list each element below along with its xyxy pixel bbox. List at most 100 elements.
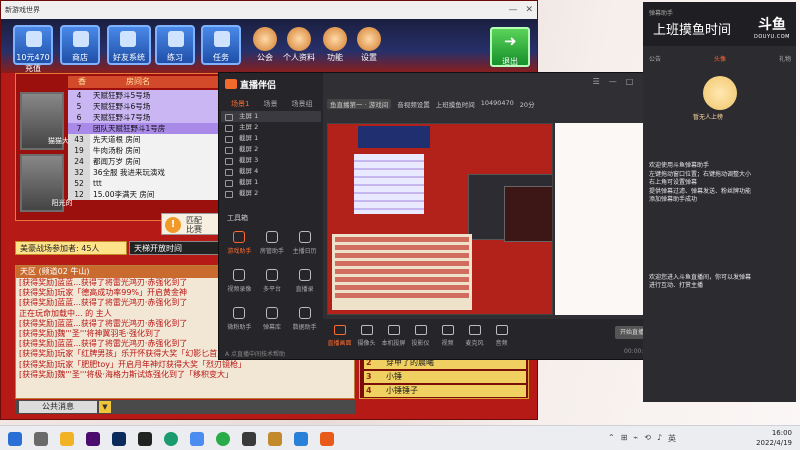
toolbar-label: 麦克风 [465, 340, 484, 347]
minimize-icon[interactable]: — [508, 5, 517, 15]
room-row[interactable]: 4 天赋狂野斗5号场 [68, 90, 230, 101]
game-titlebar[interactable]: 新游戏世界 — ✕ [1, 1, 537, 19]
chat-channel-select[interactable]: 公共消息 [19, 401, 97, 413]
scene-tabs: 场景1 场景 场景组 [231, 99, 312, 109]
app-icon[interactable] [242, 432, 256, 446]
match-popup[interactable]: ! 匹配 比赛 [161, 213, 221, 235]
app-icon[interactable] [190, 432, 204, 446]
room-row[interactable]: 5 天赋狂野斗6号场 [68, 101, 230, 112]
tool-icon [298, 307, 311, 319]
photoshop-icon[interactable] [112, 432, 126, 446]
avatar-card[interactable]: 阳光的 [20, 154, 73, 212]
edge-icon[interactable] [164, 432, 178, 446]
chevron-down-icon[interactable]: ▼ [99, 401, 111, 413]
toolbar-button[interactable]: 直播画面 [327, 325, 352, 359]
avatar-card[interactable]: 猫猫大师 [20, 92, 76, 150]
tab-scene[interactable]: 场景 [263, 99, 277, 109]
danmu-message [649, 205, 791, 214]
scene-item[interactable]: 截屏 2 [221, 144, 321, 155]
game-app-icon[interactable] [268, 432, 282, 446]
danmu-message: 进行互动、打赏主播 [649, 282, 704, 290]
close-icon[interactable]: ✕ [525, 5, 533, 15]
stream-client-window[interactable]: 直播伴侣 场景1 场景 场景组 主屏 1 主屏 2 截屏 1 截屏 2 截屏 3 截屏 4… [218, 72, 656, 360]
task-button[interactable]: 任务 [201, 25, 241, 65]
stream-preview[interactable] [327, 123, 553, 315]
wechat-icon[interactable] [216, 432, 230, 446]
start-icon[interactable] [8, 432, 22, 446]
tab-gifts[interactable]: 礼物 [779, 54, 791, 63]
toolbar-button[interactable]: 本机投屏 [381, 325, 406, 359]
maximize-icon[interactable]: □ [626, 77, 634, 86]
chat-input-bar[interactable]: 公共消息 ▼ [15, 400, 355, 414]
sidebar-footer[interactable]: A 点直播中间技术帮助 [225, 349, 285, 358]
clock[interactable]: 16:00 2022/4/19 [756, 428, 792, 448]
practice-button[interactable]: 练习 [155, 25, 195, 65]
tab-scene1[interactable]: 场景1 [231, 99, 249, 109]
room-number: 6 [68, 112, 90, 123]
scene-item[interactable]: 截屏 3 [221, 155, 321, 166]
team-member-row[interactable]: 4 小锤锤子 [364, 385, 526, 397]
danmu-message [649, 214, 791, 223]
search-icon[interactable] [34, 432, 48, 446]
guild-button[interactable]: 公会 [247, 25, 283, 65]
tray-icon[interactable]: ⟲ [644, 433, 651, 444]
tab-scene-group[interactable]: 场景组 [291, 99, 312, 109]
room-row[interactable]: 12 15.00李满天 房间 [68, 189, 230, 200]
tab-notice[interactable]: 公告 [649, 54, 661, 63]
scene-item[interactable]: 截屏 1 [221, 133, 321, 144]
room-row[interactable]: 52 ttt [68, 178, 230, 189]
douyu-panel[interactable]: 弹幕助手 上班摸鱼时间 斗鱼 DOUYU.COM 公告 头像 礼物 暂无人上榜 欢… [643, 2, 796, 402]
qq-icon[interactable] [138, 432, 152, 446]
app-icon[interactable] [294, 432, 308, 446]
friends-button[interactable]: 好友系统 [107, 25, 151, 65]
tray-icon[interactable]: ♪ [657, 433, 662, 444]
stream-app-icon[interactable] [320, 432, 334, 446]
minimize-icon[interactable]: — [609, 77, 617, 86]
tool-button[interactable]: 游戏助手 [223, 231, 256, 255]
scene-item[interactable]: 截屏 4 [221, 166, 321, 177]
tool-button[interactable]: 房管助手 [256, 231, 289, 255]
shop-button[interactable]: 商店 [60, 25, 100, 65]
tool-button[interactable]: 主播日历 [288, 231, 321, 255]
exit-button[interactable]: ➜ 退出 [490, 27, 530, 67]
scene-item[interactable]: 主屏 2 [221, 122, 321, 133]
folder-icon[interactable] [60, 432, 74, 446]
toolbar-button[interactable]: 音频 [489, 325, 514, 359]
tray-icon[interactable]: ⌃ [608, 433, 615, 444]
tool-button[interactable]: 弹幕库 [256, 307, 289, 331]
recharge-button[interactable]: 10元470 充值 [13, 25, 53, 73]
toolbar-icon [360, 325, 373, 335]
tool-button[interactable]: 视频录像 [223, 269, 256, 293]
toolbar-button[interactable]: 投影仪 [408, 325, 433, 359]
tray-icon[interactable]: ⊞ [621, 433, 628, 444]
menu-icon[interactable]: ☰ [593, 77, 600, 86]
toolbar-icon [333, 325, 346, 335]
premiere-icon[interactable] [86, 432, 100, 446]
profile-button[interactable]: 个人资料 [281, 25, 317, 65]
scene-item[interactable]: 主屏 1 [221, 111, 321, 122]
settings-button[interactable]: 设置 [351, 25, 387, 65]
room-row[interactable]: 24 都闻万岁 房间 [68, 156, 230, 167]
toolbar-button[interactable]: 视频 [435, 325, 460, 359]
tool-button[interactable]: 微粉助手 [223, 307, 256, 331]
profile-icon [287, 27, 311, 51]
tray-icon[interactable]: 英 [668, 433, 676, 444]
tray-icon[interactable]: ⌁ [633, 433, 638, 444]
scene-item[interactable]: 截屏 2 [221, 188, 321, 199]
tool-button[interactable]: 多平台 [256, 269, 289, 293]
toolbar-button[interactable]: 麦克风 [462, 325, 487, 359]
room-row[interactable]: 32 36全服 我进来玩演戏 [68, 167, 230, 178]
feature-button[interactable]: 功能 [317, 25, 353, 65]
tool-button[interactable]: 直播录 [288, 269, 321, 293]
room-row[interactable]: 43 先天道根 房间 [68, 134, 230, 145]
scene-item[interactable]: 截屏 1 [221, 177, 321, 188]
room-row[interactable]: 6 天赋狂野斗7号场 [68, 112, 230, 123]
taskbar: ⌃ ⊞ ⌁ ⟲ ♪ 英 16:00 2022/4/19 [0, 425, 800, 450]
tool-button[interactable]: 数据助手 [288, 307, 321, 331]
team-member-name: 小锤锤子 [386, 386, 418, 395]
toolbar-button[interactable]: 摄像头 [354, 325, 379, 359]
tab-avatar[interactable]: 头像 [714, 54, 726, 63]
room-row[interactable]: 7 团队天赋狂野斗1号房 [68, 123, 230, 134]
room-row[interactable]: 19 牛肉汤粉 房间 [68, 145, 230, 156]
team-member-row[interactable]: 3 小锤 [364, 371, 526, 383]
